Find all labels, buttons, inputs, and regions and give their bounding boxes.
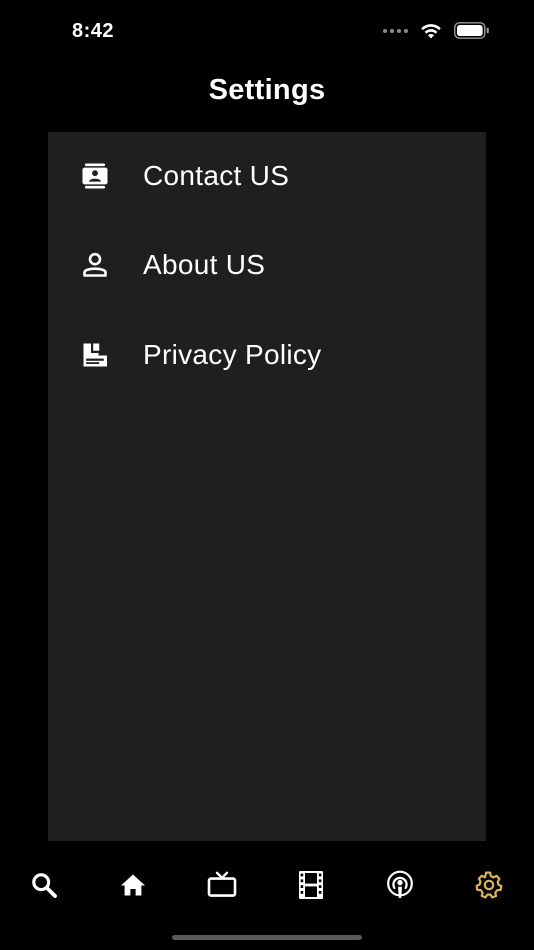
tab-podcasts[interactable] bbox=[383, 868, 417, 902]
tab-bar bbox=[0, 858, 534, 912]
tab-search[interactable] bbox=[27, 868, 61, 902]
menu-item-privacy-policy[interactable]: Privacy Policy bbox=[48, 325, 486, 385]
signal-dots-icon bbox=[383, 28, 408, 33]
menu-item-label: About US bbox=[143, 249, 266, 280]
menu-item-contact-us[interactable]: Contact US bbox=[48, 146, 486, 206]
film-icon bbox=[299, 871, 323, 899]
status-time: 8:42 bbox=[72, 20, 115, 42]
home-indicator bbox=[172, 935, 362, 940]
policy-document-icon bbox=[79, 339, 111, 371]
tab-home[interactable] bbox=[116, 868, 150, 902]
status-bar: 8:42 bbox=[0, 0, 534, 64]
home-icon bbox=[121, 874, 145, 896]
settings-panel: Contact US About US Privacy Policy bbox=[48, 132, 486, 841]
search-icon bbox=[32, 873, 57, 898]
gear-icon bbox=[475, 871, 503, 899]
tv-icon bbox=[207, 871, 237, 897]
podcast-icon bbox=[387, 870, 413, 898]
tab-movies[interactable] bbox=[294, 868, 328, 902]
battery-icon bbox=[454, 22, 489, 39]
wifi-icon bbox=[421, 23, 441, 38]
person-icon bbox=[79, 249, 111, 281]
contact-card-icon bbox=[79, 160, 111, 192]
tab-settings[interactable] bbox=[472, 868, 506, 902]
menu-item-label: Privacy Policy bbox=[143, 339, 322, 370]
tab-tv[interactable] bbox=[205, 868, 239, 902]
menu-item-about-us[interactable]: About US bbox=[48, 235, 486, 295]
status-icons bbox=[383, 22, 490, 39]
page-title: Settings bbox=[208, 74, 326, 106]
menu-item-label: Contact US bbox=[143, 160, 290, 191]
